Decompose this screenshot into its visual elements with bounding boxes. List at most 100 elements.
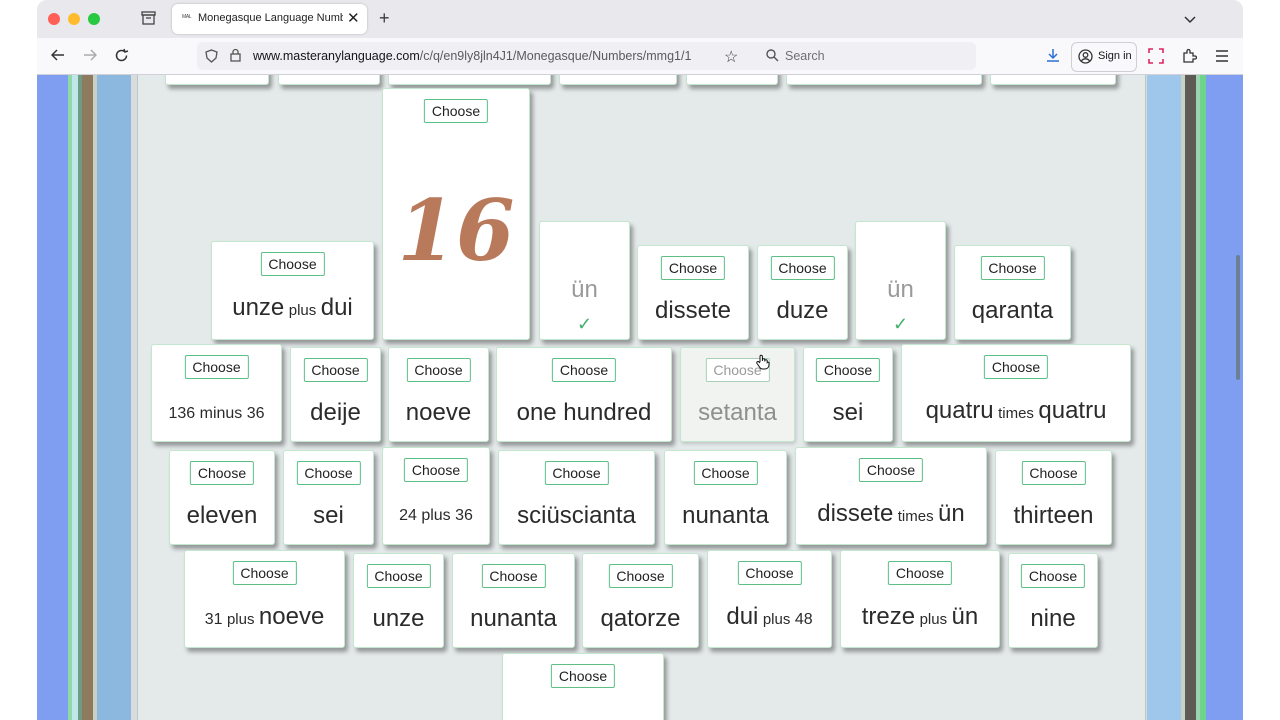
- answer-card[interactable]: Choose treze plus ün: [840, 550, 1000, 648]
- choose-button[interactable]: Choose: [406, 358, 471, 382]
- expression-text: 31 plus noeve: [204, 603, 325, 630]
- choose-button[interactable]: Choose: [737, 561, 802, 585]
- decor-stripe: [1206, 75, 1243, 720]
- choose-button[interactable]: Choose: [481, 564, 546, 588]
- choose-button[interactable]: Choose: [551, 358, 617, 382]
- fullscreen-icon[interactable]: [1148, 48, 1164, 69]
- close-tab-icon[interactable]: ✕: [347, 9, 360, 27]
- account-icon: [1078, 49, 1093, 69]
- choose-button[interactable]: Choose: [770, 256, 835, 280]
- bookmark-star-icon[interactable]: ☆: [724, 47, 738, 67]
- choose-button[interactable]: Choose: [403, 458, 469, 482]
- answer-word: sei: [832, 399, 864, 426]
- choose-button[interactable]: Choose: [303, 358, 368, 382]
- answer-card[interactable]: Choose 31 plus noeve: [184, 550, 345, 648]
- minimize-window-button[interactable]: [68, 13, 80, 25]
- answer-card[interactable]: Choose sciüscianta: [498, 450, 655, 545]
- choose-button[interactable]: Choose: [608, 564, 673, 588]
- answer-word: qaranta: [971, 297, 1054, 324]
- answer-card[interactable]: Choose deije: [290, 347, 381, 442]
- answered-card: ün ✓: [539, 221, 630, 340]
- answer-card-partial[interactable]: [990, 75, 1116, 85]
- app-menu-icon[interactable]: [1215, 49, 1229, 67]
- answer-card-hovered[interactable]: Choose setanta: [680, 347, 795, 442]
- answer-word: sciüscianta: [517, 502, 636, 529]
- answer-card[interactable]: Choose sei: [283, 450, 374, 545]
- answer-card[interactable]: Choose unze plus dui: [211, 241, 374, 340]
- answer-card[interactable]: Choose sei: [803, 347, 893, 442]
- page-scrollbar[interactable]: [1236, 255, 1240, 380]
- answer-card[interactable]: Choose qaranta: [954, 245, 1071, 340]
- tracking-protection-shield-icon[interactable]: [205, 49, 218, 68]
- close-window-button[interactable]: [48, 13, 60, 25]
- answer-card[interactable]: Choose noeve: [388, 347, 489, 442]
- choose-button[interactable]: Choose: [366, 564, 431, 588]
- answer-word: qatorze: [600, 605, 681, 632]
- new-tab-icon[interactable]: +: [379, 8, 390, 29]
- choose-button[interactable]: Choose: [980, 256, 1045, 280]
- answer-card[interactable]: Choose 136 minus 36: [151, 344, 282, 442]
- answer-card[interactable]: Choose dissete times ün: [795, 447, 987, 545]
- answer-card[interactable]: Choose quatru times quatru: [901, 344, 1131, 442]
- answer-card[interactable]: Choose nunanta: [664, 450, 787, 545]
- choose-button[interactable]: Choose: [815, 358, 881, 382]
- choose-button[interactable]: Choose: [550, 664, 616, 688]
- answer-card[interactable]: Choose thirteen: [995, 450, 1112, 545]
- answer-card[interactable]: Choose dissete: [637, 245, 749, 340]
- choose-button[interactable]: Choose: [1021, 461, 1086, 485]
- search-bar[interactable]: Search: [758, 42, 976, 70]
- answered-card: ün ✓: [855, 221, 946, 340]
- answer-word: eleven: [186, 502, 258, 529]
- choose-button[interactable]: Choose: [693, 461, 758, 485]
- answer-card[interactable]: Choose eleven: [169, 450, 275, 545]
- extensions-icon[interactable]: [1182, 48, 1198, 68]
- answer-card[interactable]: Choose unze: [353, 553, 444, 648]
- reload-icon[interactable]: [114, 48, 129, 68]
- expression-text: dui plus 48: [726, 603, 813, 630]
- choose-button[interactable]: Choose: [983, 355, 1049, 379]
- answer-card-partial[interactable]: [686, 75, 778, 85]
- answer-card-partial[interactable]: [388, 75, 551, 85]
- answer-card-partial[interactable]: Choose: [502, 653, 664, 720]
- answer-card-partial[interactable]: [165, 75, 269, 85]
- tab-list-chevron-icon[interactable]: [1184, 11, 1196, 29]
- answer-card-partial[interactable]: [278, 75, 380, 85]
- answer-word: unze: [372, 605, 425, 632]
- active-tab[interactable]: MAL Monegasque Language Number ✕: [172, 4, 367, 34]
- downloads-icon[interactable]: [1046, 48, 1060, 68]
- decor-stripe: [37, 75, 68, 720]
- choose-button[interactable]: Choose: [260, 252, 325, 276]
- answer-card[interactable]: Choose duze: [757, 245, 848, 340]
- answer-card[interactable]: Choose nunanta: [452, 553, 575, 648]
- lock-icon[interactable]: [230, 48, 241, 67]
- sign-in-button[interactable]: Sign in: [1071, 42, 1137, 72]
- answer-word: one hundred: [516, 399, 652, 426]
- choose-button[interactable]: Choose: [544, 461, 609, 485]
- answer-card-partial[interactable]: [786, 75, 982, 85]
- zoom-window-button[interactable]: [88, 13, 100, 25]
- back-arrow-icon[interactable]: [50, 48, 65, 67]
- choose-button[interactable]: Choose: [1020, 564, 1086, 588]
- browser-window: MAL Monegasque Language Number ✕ + www.m…: [37, 0, 1243, 720]
- answer-card-partial[interactable]: [559, 75, 677, 85]
- address-bar[interactable]: www.masteranylanguage.com/c/q/en9ly8jln4…: [197, 42, 782, 70]
- answer-card[interactable]: Choose dui plus 48: [707, 550, 832, 648]
- tab-overview-icon[interactable]: [141, 11, 156, 30]
- answer-card[interactable]: Choose nine: [1008, 553, 1098, 648]
- choose-button[interactable]: Choose: [184, 355, 249, 379]
- answer-card[interactable]: Choose qatorze: [582, 553, 699, 648]
- choose-button[interactable]: Choose: [189, 461, 255, 485]
- choose-button[interactable]: Choose: [423, 99, 489, 123]
- tab-strip: MAL Monegasque Language Number ✕ +: [37, 0, 1243, 38]
- expression-text: 24 plus 36: [399, 507, 473, 524]
- forward-arrow-icon[interactable]: [83, 48, 98, 67]
- choose-button[interactable]: Choose: [296, 461, 361, 485]
- choose-button[interactable]: Choose: [660, 256, 726, 280]
- sign-in-label: Sign in: [1098, 50, 1132, 62]
- expression-text: 136 minus 36: [168, 405, 265, 422]
- answer-card[interactable]: Choose one hundred: [496, 347, 672, 442]
- choose-button[interactable]: Choose: [232, 561, 297, 585]
- choose-button[interactable]: Choose: [887, 561, 953, 585]
- answer-card[interactable]: Choose 24 plus 36: [382, 447, 490, 545]
- choose-button[interactable]: Choose: [858, 458, 924, 482]
